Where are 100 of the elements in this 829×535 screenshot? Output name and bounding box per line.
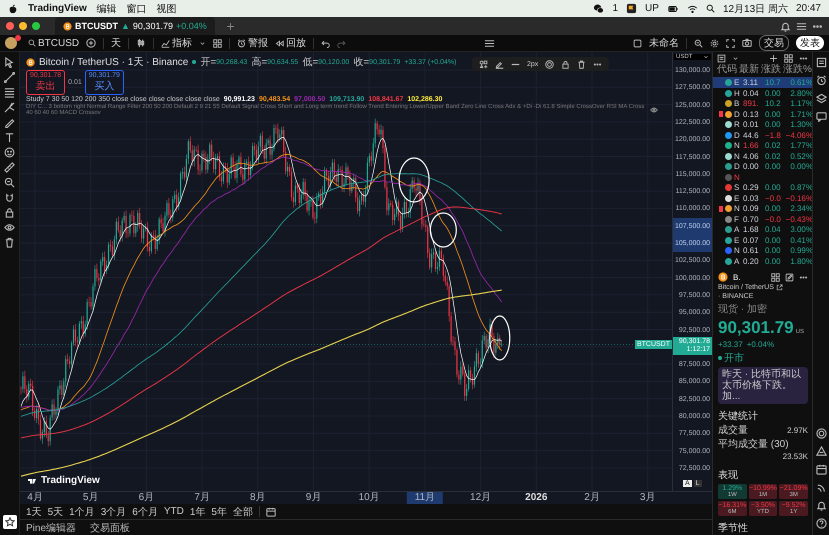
watchlist-row[interactable]: F 0.70 −0.0 −0.43%	[713, 214, 812, 224]
news-banner[interactable]: 昨天 · 比特币和以太币价格下跌。加...	[718, 367, 808, 404]
range-button[interactable]: 6个月	[132, 504, 158, 518]
pen-icon[interactable]	[495, 60, 504, 68]
add-symbol-icon[interactable]	[86, 38, 96, 48]
search-icon[interactable]	[706, 4, 715, 13]
camera-icon[interactable]	[742, 38, 752, 48]
calendar-icon[interactable]	[816, 464, 826, 475]
caret-icon[interactable]	[199, 40, 206, 46]
eye-icon[interactable]	[650, 106, 658, 114]
menu-item[interactable]: 编辑	[96, 2, 117, 16]
app-menu[interactable]: TradingView	[28, 3, 87, 14]
apple-icon[interactable]	[8, 4, 18, 14]
watchlist-row[interactable]: A 0.20 0.00 1.80%	[713, 256, 812, 266]
alert-button[interactable]: 警报	[237, 36, 268, 50]
watchlist-row[interactable]: A 1.68 0.04 3.00%	[713, 224, 812, 234]
interval-button[interactable]: 天	[111, 36, 122, 50]
smiley-icon[interactable]	[4, 147, 15, 158]
panel-icon[interactable]	[484, 38, 496, 48]
brush-icon[interactable]	[4, 117, 15, 128]
avatar-icon[interactable]	[5, 37, 17, 49]
close-button[interactable]	[6, 22, 14, 30]
range-button[interactable]: 1个月	[69, 504, 95, 518]
magnet-icon[interactable]	[4, 192, 15, 203]
chat-icon[interactable]	[816, 111, 826, 122]
panel-tab[interactable]: Pine编辑器	[26, 520, 76, 534]
watchlist-row[interactable]: N 0.09 0.00 2.34%	[713, 203, 812, 214]
watchlist-row[interactable]: E 0.03 −0.0 −0.16%	[713, 192, 812, 203]
bell-icon[interactable]	[816, 500, 826, 511]
range-button[interactable]: 全部	[232, 504, 253, 518]
column-header[interactable]: 最新	[739, 64, 759, 77]
alarm-clock-icon[interactable]	[816, 75, 826, 86]
plus-icon[interactable]	[769, 54, 778, 62]
range-button[interactable]: 5天	[48, 504, 64, 518]
text-tool-icon[interactable]	[4, 132, 15, 143]
edit-icon[interactable]	[785, 272, 794, 282]
favorites-button[interactable]	[2, 515, 16, 529]
goto-date-icon[interactable]	[266, 506, 276, 516]
menu-item[interactable]: 窗口	[126, 2, 147, 16]
cursor-icon[interactable]	[4, 57, 15, 68]
watchlist-row[interactable]: B 891. 10.2 1.17%	[713, 98, 812, 108]
panel-tab[interactable]: 交易面板	[90, 520, 130, 534]
caret-icon[interactable]	[732, 54, 739, 62]
watchlist-row[interactable]: E 0.07 0.00 0.41%	[713, 234, 812, 245]
fullscreen-icon[interactable]	[726, 38, 735, 48]
ellipse-annotation[interactable]	[430, 212, 457, 248]
minimize-button[interactable]	[19, 22, 27, 30]
range-button[interactable]: 1天	[26, 504, 42, 518]
symbol-search[interactable]: BTCUSD	[28, 38, 80, 48]
trash-icon[interactable]	[4, 237, 15, 248]
trade-button[interactable]: 交易	[759, 35, 789, 51]
help-icon[interactable]	[816, 518, 826, 529]
zoom-icon[interactable]	[4, 177, 15, 188]
ellipse-annotation[interactable]	[489, 315, 510, 361]
column-header[interactable]: 代码	[717, 64, 737, 77]
watchlist-row[interactable]: D 0.00 0.00 0.00%	[713, 161, 812, 172]
layout-name-button[interactable]: 未命名	[649, 36, 679, 50]
menu-item[interactable]: 视图	[156, 2, 177, 16]
zoom-button[interactable]	[32, 22, 40, 30]
grid-icon[interactable]	[213, 38, 222, 48]
trend-line-icon[interactable]	[4, 72, 15, 83]
redo-icon[interactable]	[337, 38, 346, 48]
signal-icon[interactable]	[816, 482, 826, 493]
zoom-icon[interactable]	[694, 38, 703, 48]
watchlist-row[interactable]: E 3.11 10.7 0.61%	[713, 77, 812, 88]
watchlist-icon[interactable]	[816, 57, 826, 68]
target-icon[interactable]	[816, 428, 826, 439]
watchlist-row[interactable]: N 0.61 0.00 0.99%	[713, 245, 812, 256]
watchlist-row[interactable]: H 0.04 0.00 2.80%	[713, 88, 812, 98]
candles-icon[interactable]	[136, 38, 146, 48]
chat-app-icon[interactable]	[593, 3, 604, 14]
indicators-button[interactable]: 指标	[161, 36, 192, 50]
lock-icon[interactable]	[4, 207, 15, 218]
target-icon[interactable]	[545, 60, 554, 68]
watchlist-row[interactable]: N 4.06 0.02 0.52%	[713, 150, 812, 161]
watchlist-icon[interactable]	[717, 54, 726, 62]
column-header[interactable]: 涨跌%	[783, 64, 812, 77]
templates-icon[interactable]	[479, 60, 488, 68]
fork-icon[interactable]	[4, 102, 15, 113]
watchlist-row[interactable]: R 0.01 0.00 1.30%	[713, 119, 812, 130]
layers-icon[interactable]	[816, 93, 826, 104]
undo-icon[interactable]	[321, 38, 330, 48]
settings-icon[interactable]	[710, 38, 719, 48]
watchlist-row[interactable]: N 1.66 0.02 1.77%	[713, 140, 812, 150]
alert-add-icon[interactable]	[780, 20, 791, 32]
trash-icon[interactable]	[577, 60, 586, 68]
eye-icon[interactable]	[4, 222, 15, 233]
layout-square-icon[interactable]	[633, 38, 642, 48]
column-header[interactable]: 涨跌	[761, 64, 781, 77]
lock-icon[interactable]	[561, 60, 570, 68]
ellipse-annotation[interactable]	[398, 157, 430, 203]
external-link-icon[interactable]	[776, 284, 783, 291]
flag-icon[interactable]	[626, 3, 638, 14]
range-button[interactable]: 1年	[190, 504, 206, 518]
replay-button[interactable]: 回放	[275, 36, 306, 50]
publish-button[interactable]: 发表	[796, 36, 824, 50]
chart-tab[interactable]: BTCUSDT ▲ 90,301.79 +0.04%	[55, 17, 215, 35]
plus-icon[interactable]	[226, 22, 235, 30]
watchlist-row[interactable]: D 44.6 −1.8 −4.06%	[713, 130, 812, 140]
watchlist-row[interactable]: N	[713, 172, 812, 182]
